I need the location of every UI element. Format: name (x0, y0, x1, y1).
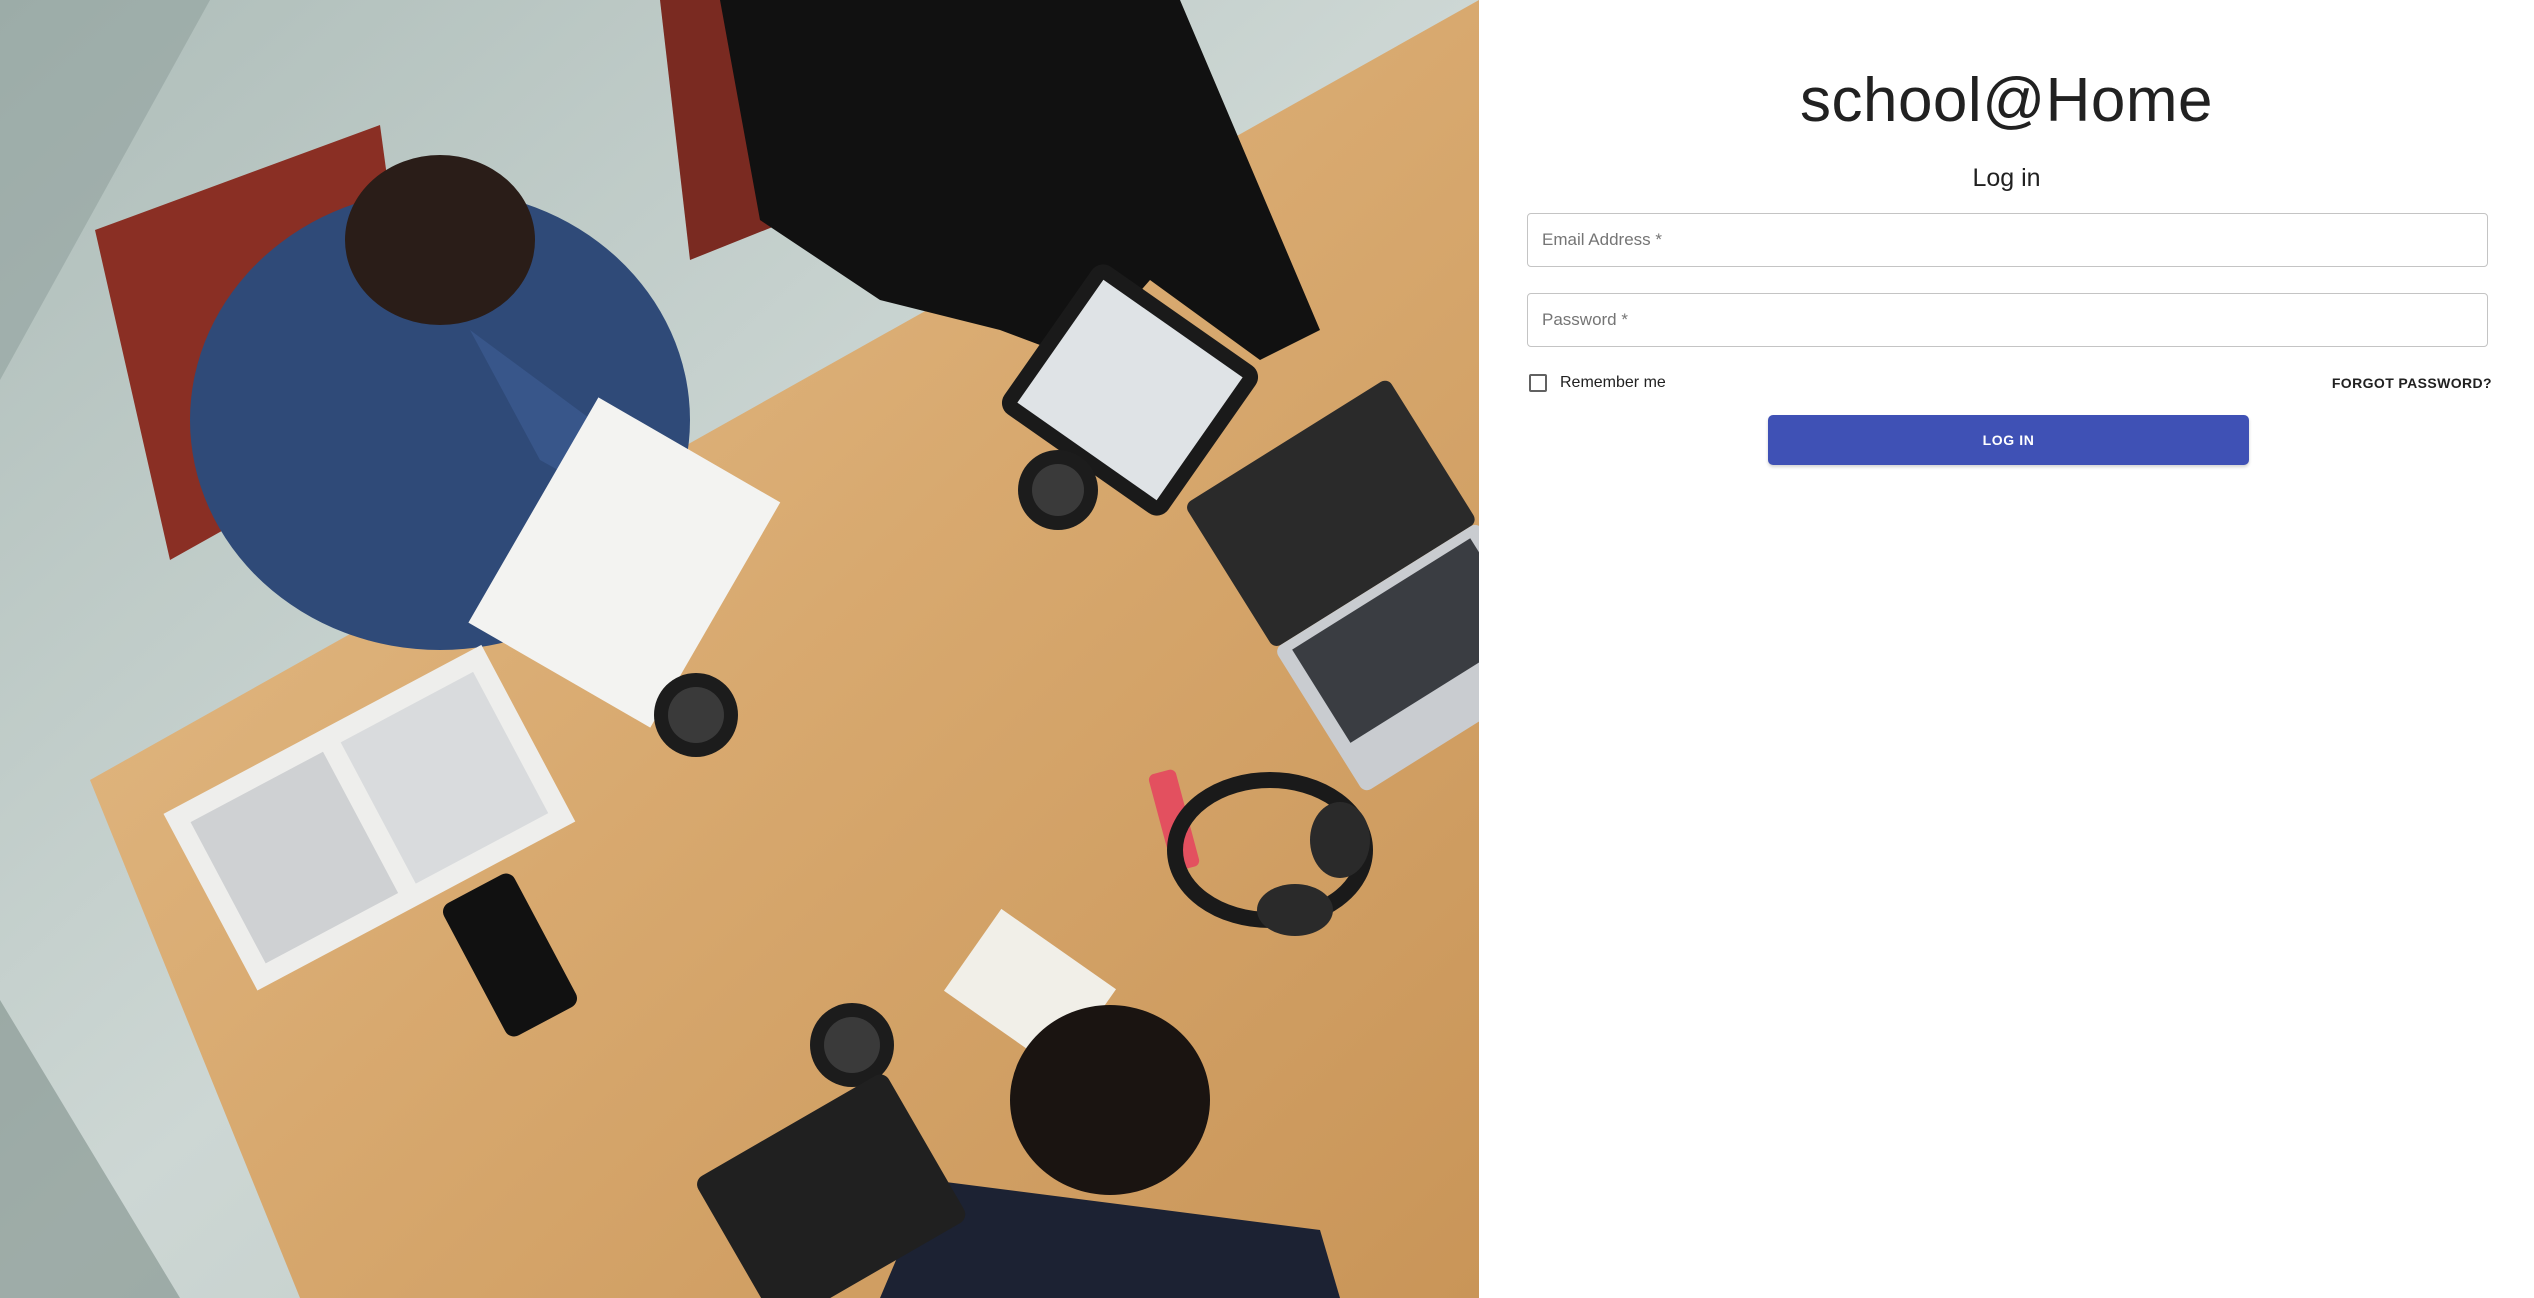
hero-photo (0, 0, 1479, 1298)
remember-me-control[interactable]: Remember me (1529, 374, 1666, 392)
password-field[interactable] (1527, 293, 2488, 347)
remember-me-checkbox[interactable] (1529, 374, 1547, 392)
person-bottom (1010, 1005, 1210, 1195)
login-heading: Log in (1972, 164, 2041, 192)
app-title: school@Home (1799, 66, 2214, 135)
hero-illustration (0, 0, 1479, 1298)
login-button[interactable]: LOG IN (1768, 415, 2249, 465)
email-input[interactable] (1528, 214, 2487, 266)
login-panel: school@Home Log in Remember me FORGOT PA… (1479, 0, 2534, 1298)
remember-me-label: Remember me (1560, 374, 1666, 391)
password-input[interactable] (1528, 294, 2487, 346)
forgot-password-link[interactable]: FORGOT PASSWORD? (2332, 375, 2492, 391)
email-field[interactable] (1527, 213, 2488, 267)
